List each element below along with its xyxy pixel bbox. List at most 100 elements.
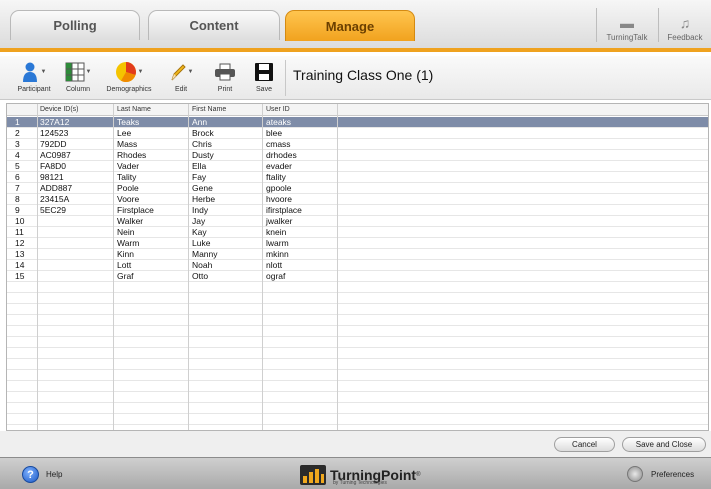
tab-polling[interactable]: Polling: [10, 10, 140, 40]
turningtalk-button[interactable]: ▬ TurningTalk: [597, 8, 657, 42]
trademark: ®: [416, 472, 421, 478]
first-name-cell: Otto: [192, 271, 209, 281]
user-id-cell: gpoole: [266, 183, 292, 193]
first-name-cell: Luke: [192, 238, 211, 248]
megaphone-icon: ♫: [679, 15, 691, 31]
row-number: 7: [15, 183, 20, 193]
edit-button[interactable]: ▼ Edit: [168, 59, 194, 97]
toolbar-divider: [285, 60, 286, 96]
last-name-cell: Vader: [117, 161, 140, 171]
first-name-cell: Dusty: [192, 150, 214, 160]
cancel-button[interactable]: Cancel: [554, 437, 615, 452]
row-number: 1: [15, 117, 20, 127]
pie-chart-icon: ▼: [115, 59, 143, 85]
first-name-cell: Chris: [192, 139, 212, 149]
last-name-cell: Graf: [117, 271, 134, 281]
demographics-button[interactable]: ▼ Demographics: [101, 59, 157, 97]
user-id-cell: ograf: [266, 271, 286, 281]
turningpoint-logo-icon: [300, 465, 326, 485]
help-icon[interactable]: ?: [22, 466, 39, 483]
last-name-cell: Voore: [117, 194, 140, 204]
row-number: 4: [15, 150, 20, 160]
last-name-cell: Teaks: [117, 117, 140, 127]
column-header-first-name[interactable]: First Name: [192, 104, 226, 116]
help-label[interactable]: Help: [46, 470, 62, 479]
row-number: 12: [15, 238, 25, 248]
feedback-label: Feedback: [667, 33, 703, 42]
floppy-disk-icon: [254, 59, 274, 85]
print-button[interactable]: Print: [212, 59, 238, 97]
pencil-icon: ▼: [169, 59, 193, 85]
row-number: 9: [15, 205, 20, 215]
participant-label: Participant: [17, 86, 51, 93]
user-id-cell: drhodes: [266, 150, 297, 160]
last-name-cell: Nein: [117, 227, 135, 237]
first-name-cell: Indy: [192, 205, 209, 215]
row-number: 15: [15, 271, 25, 281]
brand-subtitle: by Turning Technologies: [333, 480, 387, 486]
feedback-button[interactable]: ♫ Feedback: [655, 8, 711, 42]
device-id-cell: 124523: [40, 128, 69, 138]
first-name-cell: Ella: [192, 161, 207, 171]
row-number: 3: [15, 139, 20, 149]
first-name-cell: Jay: [192, 216, 206, 226]
dialog-button-bar: Cancel Save and Close: [0, 431, 711, 457]
row-number: 13: [15, 249, 25, 259]
class-title: Training Class One (1): [293, 67, 434, 83]
print-label: Print: [217, 86, 233, 93]
user-id-cell: blee: [266, 128, 283, 138]
save-and-close-button[interactable]: Save and Close: [622, 437, 706, 452]
device-id-cell: 5EC29: [40, 205, 66, 215]
participant-button[interactable]: ▼ Participant: [14, 59, 54, 97]
first-name-cell: Herbe: [192, 194, 216, 204]
device-id-cell: 792DD: [40, 139, 67, 149]
device-id-cell: AC0987: [40, 150, 71, 160]
column-label: Column: [65, 86, 91, 93]
printer-icon: [214, 59, 236, 85]
column-header-last-name[interactable]: Last Name: [117, 104, 151, 116]
first-name-cell: Manny: [192, 249, 218, 259]
user-id-cell: ftality: [266, 172, 286, 182]
row-number: 5: [15, 161, 20, 171]
column-divider: [262, 104, 263, 430]
device-id-cell: 23415A: [40, 194, 70, 204]
user-id-cell: ateaks: [266, 117, 292, 127]
row-number: 6: [15, 172, 20, 182]
status-bar: ? Help TurningPoint ® by Turning Technol…: [0, 457, 711, 489]
user-id-cell: hvoore: [266, 194, 292, 204]
column-divider: [337, 104, 338, 430]
device-id-cell: ADD887: [40, 183, 73, 193]
column-button[interactable]: ▼ Column: [63, 59, 93, 97]
last-name-cell: Tality: [117, 172, 137, 182]
first-name-cell: Ann: [192, 117, 208, 127]
save-button[interactable]: Save: [251, 59, 277, 97]
turningtalk-label: TurningTalk: [606, 33, 648, 42]
last-name-cell: Lott: [117, 260, 132, 270]
last-name-cell: Rhodes: [117, 150, 147, 160]
column-header-user-id[interactable]: User ID: [266, 104, 290, 116]
last-name-cell: Kinn: [117, 249, 135, 259]
preferences-label[interactable]: Preferences: [651, 470, 694, 479]
column-divider: [37, 104, 38, 430]
tab-manage[interactable]: Manage: [285, 10, 415, 41]
user-id-cell: mkinn: [266, 249, 289, 259]
column-divider: [113, 104, 114, 430]
user-id-cell: cmass: [266, 139, 291, 149]
last-name-cell: Mass: [117, 139, 138, 149]
first-name-cell: Fay: [192, 172, 207, 182]
main-tab-bar: Polling Content Manage ▬ TurningTalk ♫ F…: [0, 0, 711, 52]
device-id-cell: FA8D0: [40, 161, 66, 171]
device-id-cell: 327A12: [40, 117, 70, 127]
last-name-cell: Poole: [117, 183, 139, 193]
last-name-cell: Warm: [117, 238, 140, 248]
device-id-cell: 98121: [40, 172, 64, 182]
column-header-device-id[interactable]: Device ID(s): [40, 104, 79, 116]
column-grid-icon: ▼: [65, 59, 91, 85]
first-name-cell: Gene: [192, 183, 213, 193]
tab-content[interactable]: Content: [148, 10, 280, 40]
gear-icon[interactable]: [627, 466, 643, 482]
user-id-cell: knein: [266, 227, 287, 237]
first-name-cell: Noah: [192, 260, 213, 270]
row-number: 10: [15, 216, 25, 226]
user-id-cell: lwarm: [266, 238, 289, 248]
